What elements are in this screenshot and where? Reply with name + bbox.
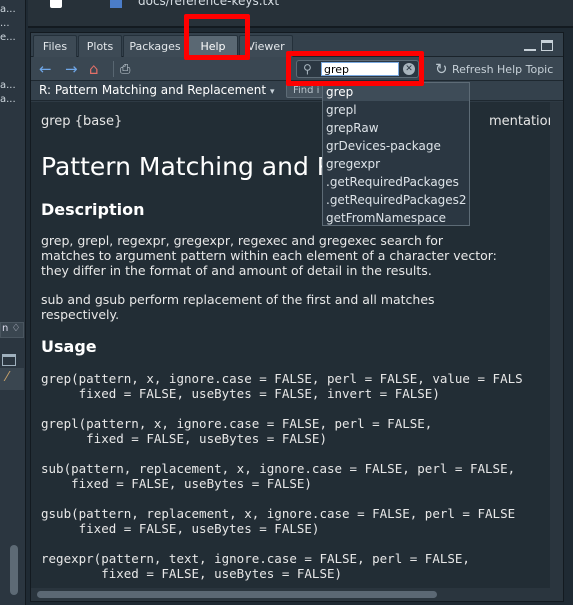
suggestion-item[interactable]: grDevices-package — [323, 137, 469, 155]
description-line: they differ in the format of and amount … — [41, 263, 432, 278]
tab-packages[interactable]: Packages — [123, 35, 187, 57]
maximize-pane-icon[interactable] — [541, 40, 553, 51]
topic-bar: R: Pattern Matching and Replacement ▾ Fin… — [31, 81, 563, 101]
description-line: matches to argument pattern within each … — [41, 248, 497, 263]
gutter-snippet: a... — [0, 4, 16, 15]
gutter-snippet: a... — [0, 80, 16, 91]
suggestion-item[interactable]: .getRequiredPackages2 — [323, 191, 469, 209]
file-checkbox[interactable] — [50, 0, 62, 8]
tab-help[interactable]: Help — [188, 35, 238, 57]
description-line: respectively. — [41, 307, 120, 322]
search-suggestions: grep grepl grepRaw grDevices-package gre… — [322, 82, 470, 226]
suggestion-item[interactable]: grepl — [323, 101, 469, 119]
description-heading: Description — [41, 200, 145, 219]
usage-heading: Usage — [41, 337, 97, 356]
usage-code-line: grep(pattern, x, ignore.case = FALSE, pe… — [41, 371, 523, 386]
file-name-link[interactable]: docs/reference-keys.txt — [138, 0, 279, 8]
minimize-pane-icon[interactable] — [524, 43, 536, 51]
header-tail-text: mentation — [489, 114, 556, 129]
gutter-snippet: a... — [0, 94, 16, 105]
window-icon[interactable] — [2, 354, 16, 366]
files-list-strip: docs/reference-keys.txt — [28, 0, 573, 28]
gutter-snippet: ... — [0, 18, 10, 29]
description-line: sub and gsub perform replacement of the … — [41, 292, 435, 307]
show-in-new-window-icon[interactable]: ⎙ — [120, 62, 130, 78]
tab-plots[interactable]: Plots — [78, 35, 122, 57]
search-icon: ⚲ — [303, 62, 312, 76]
broom-icon[interactable]: ⁄ — [0, 368, 24, 390]
text-file-icon — [110, 0, 122, 8]
suggestion-item[interactable]: grepRaw — [323, 119, 469, 137]
suggestion-item[interactable]: .getRequiredPackages — [323, 173, 469, 191]
usage-code-line: fixed = FALSE, useBytes = FALSE) — [41, 521, 320, 536]
help-pane: Files Plots Packages Help Viewer ← → ⌂ ⎙… — [30, 32, 564, 602]
help-toolbar: ← → ⌂ ⎙ ⚲ ✕ ↻ Refresh Help Topic — [31, 57, 563, 81]
toolbar-separator — [113, 61, 114, 77]
page-title: Pattern Matching and R — [41, 152, 335, 181]
horizontal-scroll-thumb[interactable] — [37, 591, 437, 598]
usage-code-line: fixed = FALSE, useBytes = FALSE) — [41, 476, 312, 491]
gutter-dropdown[interactable]: n ♢ — [0, 322, 24, 338]
usage-code-line: fixed = FALSE, useBytes = FALSE) — [41, 431, 327, 446]
package-line: grep {base} — [41, 114, 123, 129]
suggestion-item[interactable]: getFromNamespace — [323, 209, 469, 227]
tab-files[interactable]: Files — [33, 35, 77, 57]
forward-arrow-icon[interactable]: → — [65, 61, 78, 77]
usage-code-line: fixed = FALSE, useBytes = FALSE, invert … — [41, 386, 440, 401]
topic-dropdown-label: R: Pattern Matching and Replacement — [39, 83, 267, 97]
caret-down-icon: ▾ — [270, 87, 275, 97]
suggestion-item[interactable]: grep — [323, 83, 469, 101]
tab-viewer[interactable]: Viewer — [239, 35, 293, 57]
topic-dropdown[interactable]: R: Pattern Matching and Replacement ▾ — [39, 83, 275, 97]
usage-code-line: gsub(pattern, replacement, x, ignore.cas… — [41, 506, 516, 521]
help-search-input[interactable] — [321, 62, 399, 76]
usage-code-line: grepl(pattern, x, ignore.case = FALSE, p… — [41, 416, 433, 431]
broom-glyph-icon: ⁄ — [6, 370, 9, 385]
pane-tabbar: Files Plots Packages Help Viewer — [31, 33, 563, 57]
refresh-help-topic-button[interactable]: Refresh Help Topic — [452, 63, 553, 76]
usage-code-line: sub(pattern, replacement, x, ignore.case… — [41, 461, 516, 476]
suggestion-item[interactable]: gregexpr — [323, 155, 469, 173]
gutter-snippet: e... — [0, 32, 16, 43]
clear-search-icon[interactable]: ✕ — [403, 63, 415, 75]
help-search-box: ⚲ ✕ — [296, 60, 419, 78]
left-pane-edge: a... ... e... a... a... n ♢ ⁄ — [0, 0, 26, 605]
usage-code-line: fixed = FALSE, useBytes = FALSE) — [41, 566, 343, 581]
horizontal-scrollbar[interactable] — [31, 588, 563, 601]
refresh-icon[interactable]: ↻ — [435, 60, 448, 78]
vertical-scrollbar[interactable] — [550, 102, 563, 588]
usage-code-line: regexpr(pattern, text, ignore.case = FAL… — [41, 551, 470, 566]
home-icon[interactable]: ⌂ — [89, 61, 99, 77]
back-arrow-icon[interactable]: ← — [39, 61, 52, 77]
help-content: grep {base} mentation Pattern Matching a… — [31, 102, 563, 588]
gutter-scrollbar[interactable] — [10, 545, 18, 595]
description-line: grep, grepl, regexpr, gregexpr, regexec … — [41, 233, 444, 248]
